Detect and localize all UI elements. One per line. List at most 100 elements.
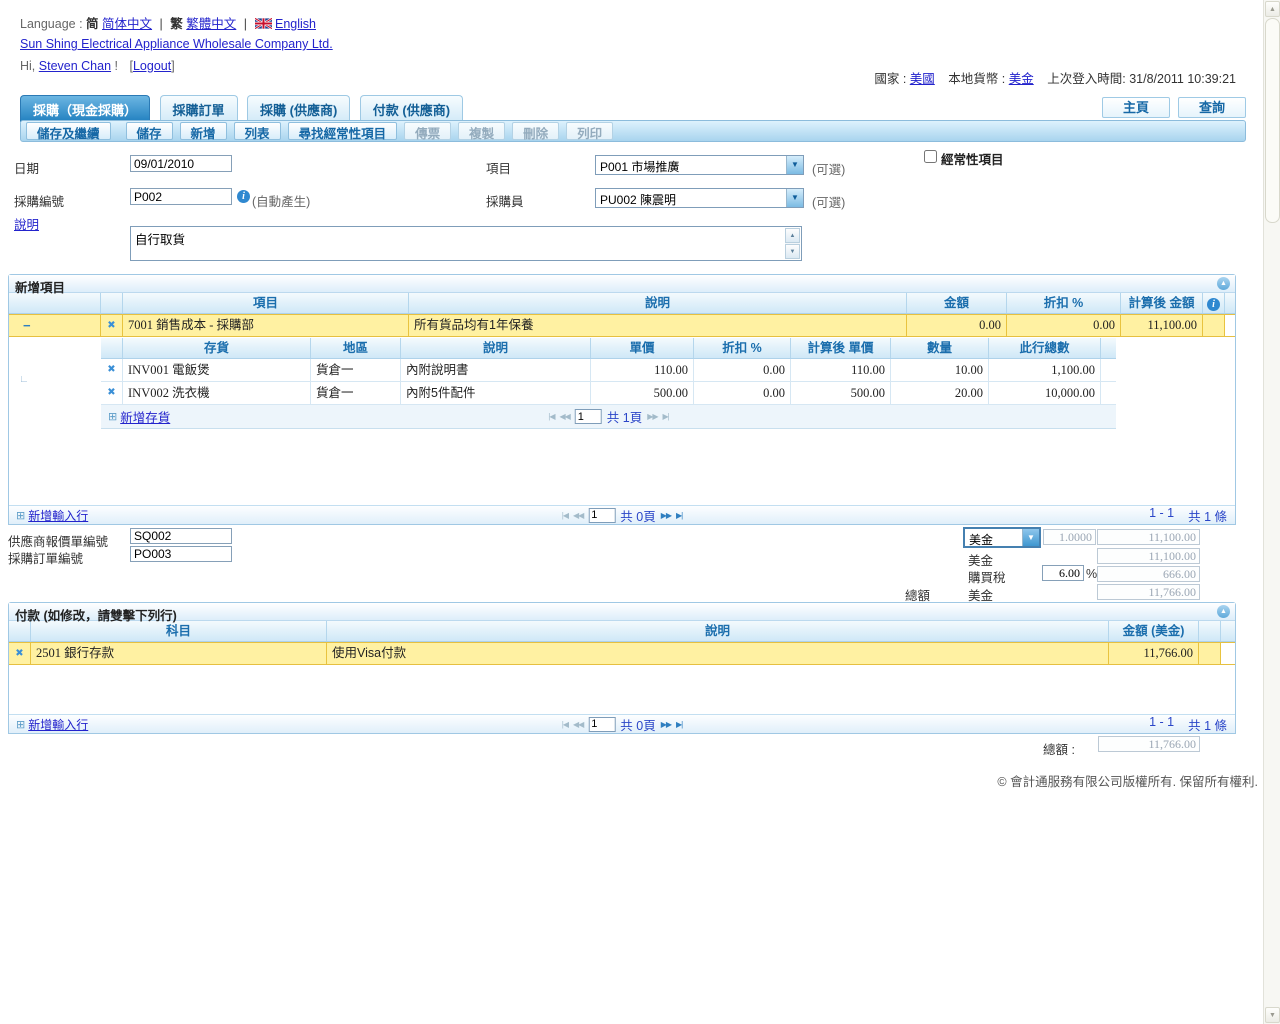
collapse-icon[interactable]: ▲ bbox=[1217, 605, 1230, 618]
next-page-icon[interactable]: ▶▶ bbox=[661, 511, 671, 520]
payment-cell-account: 2501 銀行存款 bbox=[31, 643, 327, 664]
purchase-no-input[interactable] bbox=[130, 188, 232, 205]
query-button[interactable]: 查詢 bbox=[1178, 97, 1246, 118]
first-page-icon[interactable]: |◀ bbox=[548, 412, 554, 421]
cell-unit-price: 500.00 bbox=[591, 382, 694, 404]
last-page-icon[interactable]: ▶| bbox=[663, 412, 669, 421]
cell-unit-price: 110.00 bbox=[591, 359, 694, 381]
first-page-icon[interactable]: |◀ bbox=[562, 511, 568, 520]
textarea-scrollbar[interactable]: ▲ ▼ bbox=[785, 228, 800, 259]
tree-corner-icon: ∟ bbox=[19, 374, 29, 385]
add-entry-row-link[interactable]: 新增輸入行 bbox=[28, 716, 88, 733]
greeting-bar: Hi, Steven Chan ! [Logout] bbox=[20, 59, 175, 73]
save-and-continue-button[interactable]: 儲存及繼續 bbox=[26, 122, 111, 140]
delete-row-icon[interactable]: ✖ bbox=[9, 643, 31, 664]
company-name-link[interactable]: Sun Shing Electrical Appliance Wholesale… bbox=[20, 37, 333, 51]
add-inventory-link[interactable]: 新增存貨 bbox=[120, 407, 170, 426]
tab-purchase-order[interactable]: 採購訂單 bbox=[160, 95, 238, 122]
page-number-input[interactable] bbox=[588, 717, 615, 732]
prev-page-icon[interactable]: ◀◀ bbox=[573, 511, 583, 520]
next-page-icon[interactable]: ▶▶ bbox=[661, 720, 671, 729]
prev-page-icon[interactable]: ◀◀ bbox=[559, 412, 569, 421]
prev-page-icon[interactable]: ◀◀ bbox=[573, 720, 583, 729]
purchase-order-input[interactable] bbox=[130, 546, 232, 562]
description-textarea[interactable]: 自行取貨 ▲ ▼ bbox=[130, 226, 802, 261]
row-range-label: 1 - 1 bbox=[1149, 506, 1174, 525]
last-page-icon[interactable]: ▶| bbox=[676, 720, 682, 729]
voucher-button[interactable]: 傳票 bbox=[404, 122, 451, 140]
payment-row[interactable]: ✖ 2501 銀行存款 使用Visa付款 11,766.00 bbox=[9, 642, 1235, 665]
add-entry-row-link[interactable]: 新增輸入行 bbox=[28, 507, 88, 524]
delete-row-icon[interactable]: ✖ bbox=[101, 382, 123, 404]
items-panel: 新增項目 ▲ 項目 說明 金額 折扣 % 計算後 金額 i − ✖ 7001 銷… bbox=[8, 274, 1236, 525]
recurring-checkbox[interactable] bbox=[924, 150, 937, 163]
delete-button[interactable]: 刪除 bbox=[512, 122, 559, 140]
link-traditional-chinese[interactable]: 繁體中文 bbox=[186, 17, 236, 31]
inventory-column-header: 存貨 地區 說明 單價 折扣 % 計算後 單價 數量 此行總數 bbox=[101, 338, 1116, 359]
grand-total-input[interactable] bbox=[1097, 584, 1200, 600]
item-row[interactable]: − ✖ 7001 銷售成本 - 採購部 所有貨品均有1年保養 0.00 0.00… bbox=[9, 314, 1235, 337]
home-button[interactable]: 主頁 bbox=[1102, 97, 1170, 118]
tax-rate-input[interactable] bbox=[1042, 565, 1084, 581]
first-page-icon[interactable]: |◀ bbox=[562, 720, 568, 729]
exchange-rate-input[interactable] bbox=[1043, 529, 1096, 545]
chevron-down-icon[interactable]: ▼ bbox=[786, 156, 803, 174]
chevron-down-icon[interactable]: ▼ bbox=[786, 189, 803, 207]
logout-link[interactable]: Logout bbox=[133, 59, 171, 73]
local-currency-link[interactable]: 美金 bbox=[1009, 72, 1034, 86]
scrollbar-thumb[interactable] bbox=[1265, 18, 1280, 223]
app-window: Language : 简 简体中文 | 繁 繁體中文 | English Sun… bbox=[0, 0, 1280, 1024]
copy-button[interactable]: 複製 bbox=[458, 122, 505, 140]
user-name-link[interactable]: Steven Chan bbox=[39, 59, 111, 73]
tab-payment-supplier[interactable]: 付款 (供應商) bbox=[360, 95, 463, 122]
account-info-bar: 國家 : 美國 本地貨幣 : 美金 上次登入時間: 31/8/2011 10:3… bbox=[874, 68, 1236, 87]
separator: | bbox=[244, 17, 247, 31]
scroll-up-icon[interactable]: ▲ bbox=[785, 228, 800, 243]
currency-select[interactable]: 美金 ▼ bbox=[963, 527, 1041, 548]
tax-amount-input[interactable] bbox=[1097, 566, 1200, 582]
tab-purchase-supplier[interactable]: 採購 (供應商) bbox=[247, 95, 350, 122]
project-optional-note: (可選) bbox=[812, 159, 845, 178]
delete-row-icon[interactable]: ✖ bbox=[101, 315, 123, 336]
page-number-input[interactable] bbox=[588, 508, 615, 523]
country-link[interactable]: 美國 bbox=[910, 72, 935, 86]
project-select[interactable]: P001 市場推廣 ▼ bbox=[595, 155, 804, 175]
inventory-row[interactable]: ✖ INV001 電飯煲 貨倉一 內附說明書 110.00 0.00 110.0… bbox=[101, 359, 1116, 382]
add-icon: ⊞ bbox=[108, 410, 117, 423]
collapse-row-icon[interactable]: − bbox=[23, 318, 31, 333]
base-amount-input[interactable] bbox=[1097, 548, 1200, 564]
inventory-row[interactable]: ✖ INV002 洗衣機 貨倉一 內附5件配件 500.00 0.00 500.… bbox=[101, 382, 1116, 405]
greeting-suffix: ! bbox=[115, 59, 118, 73]
row-range-label: 1 - 1 bbox=[1149, 715, 1174, 734]
print-button[interactable]: 列印 bbox=[566, 122, 613, 140]
payment-total-input[interactable] bbox=[1098, 736, 1200, 752]
last-page-icon[interactable]: ▶| bbox=[676, 511, 682, 520]
supplier-quote-input[interactable] bbox=[130, 528, 232, 544]
vertical-scrollbar[interactable]: ▲ ▼ bbox=[1263, 0, 1280, 1024]
page-number-input[interactable] bbox=[575, 409, 602, 424]
tab-purchase-cash[interactable]: 採購（現金採購） bbox=[20, 95, 150, 122]
description-link[interactable]: 說明 bbox=[14, 214, 39, 233]
chevron-down-icon[interactable]: ▼ bbox=[1022, 529, 1039, 546]
save-button[interactable]: 儲存 bbox=[126, 122, 173, 140]
scroll-down-icon[interactable]: ▼ bbox=[785, 244, 800, 259]
scroll-up-icon[interactable]: ▲ bbox=[1265, 1, 1280, 17]
date-input[interactable] bbox=[130, 155, 232, 172]
new-button[interactable]: 新增 bbox=[180, 122, 227, 140]
foreign-amount-input[interactable] bbox=[1097, 529, 1200, 545]
col-account: 科目 bbox=[31, 621, 327, 641]
delete-row-icon[interactable]: ✖ bbox=[101, 359, 123, 381]
cell-description: 內附5件配件 bbox=[401, 382, 591, 404]
list-button[interactable]: 列表 bbox=[234, 122, 281, 140]
col-calc-amount: 計算後 金額 bbox=[1121, 293, 1203, 313]
page-total-label: 共 0頁 bbox=[620, 715, 655, 734]
next-page-icon[interactable]: ▶▶ bbox=[647, 412, 657, 421]
cell-description: 內附說明書 bbox=[401, 359, 591, 381]
collapse-icon[interactable]: ▲ bbox=[1217, 277, 1230, 290]
link-english[interactable]: English bbox=[275, 17, 316, 31]
payment-panel-title: 付款 (如修改，請雙擊下列行) bbox=[15, 609, 177, 623]
find-recurring-button[interactable]: 尋找經常性項目 bbox=[288, 122, 398, 140]
scroll-down-icon[interactable]: ▼ bbox=[1265, 1007, 1280, 1023]
purchaser-select[interactable]: PU002 陳震明 ▼ bbox=[595, 188, 804, 208]
link-simplified-chinese[interactable]: 简体中文 bbox=[102, 17, 152, 31]
